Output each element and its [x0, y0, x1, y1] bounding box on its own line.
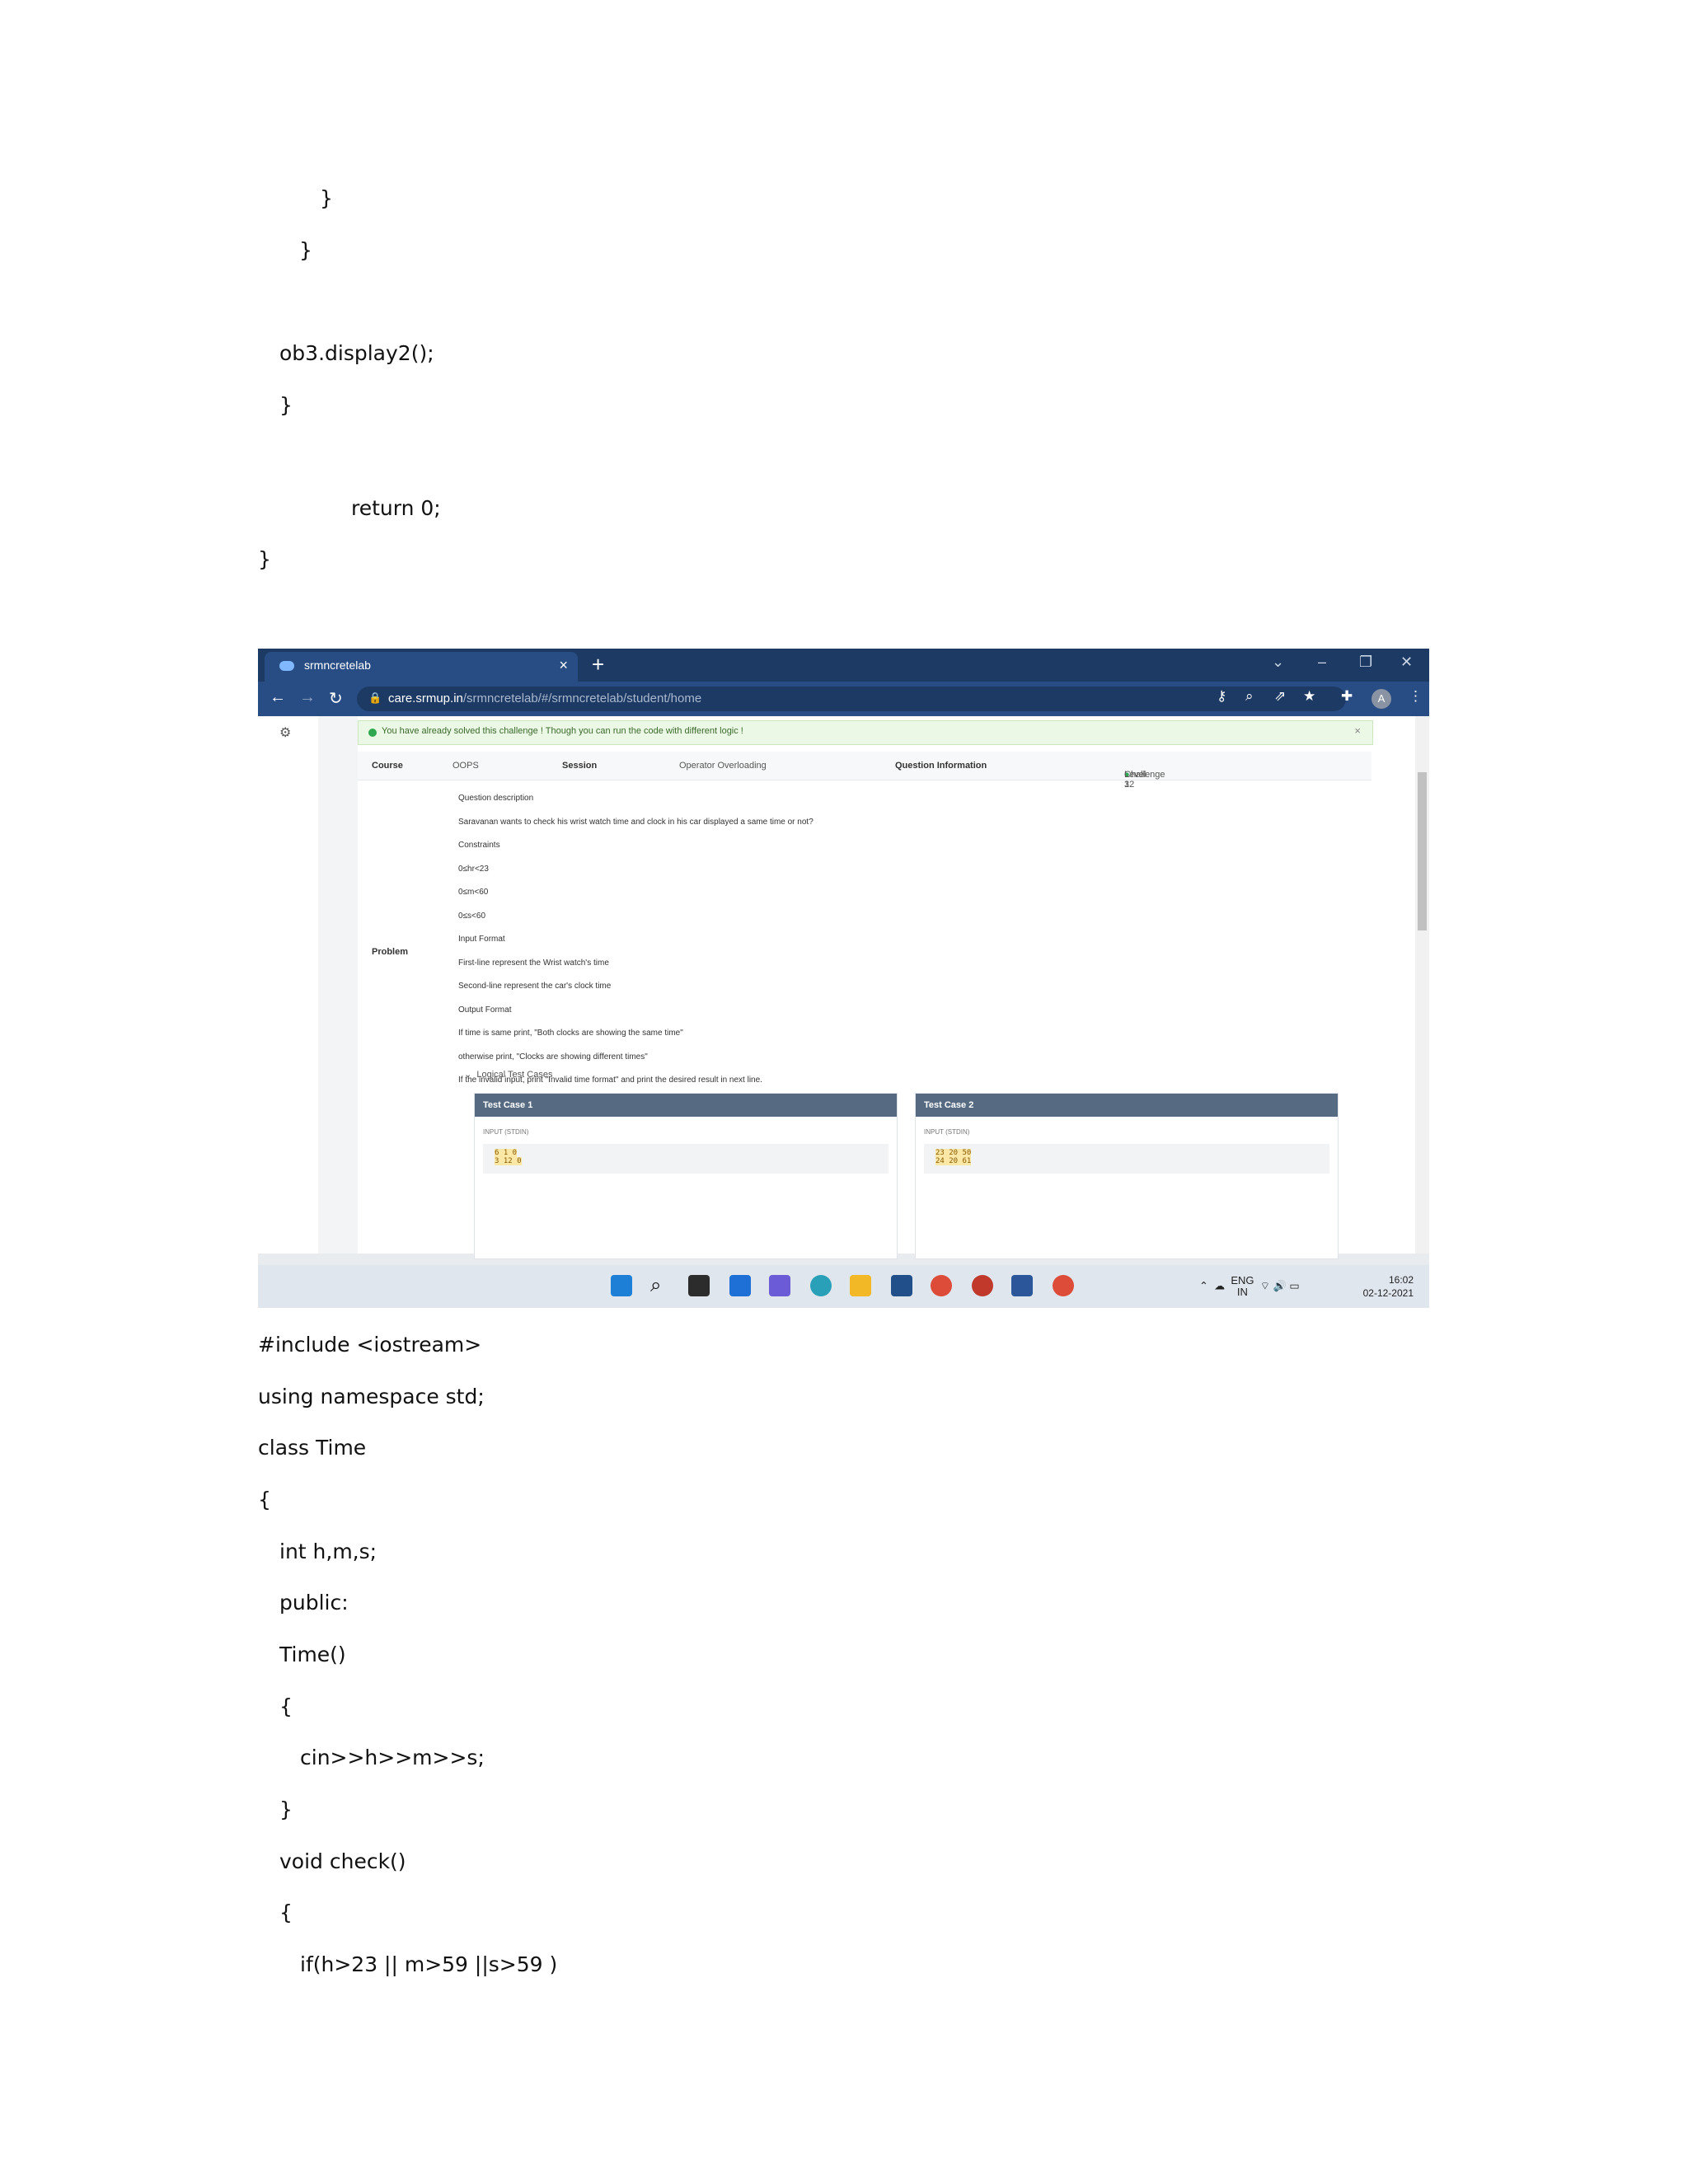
star-icon[interactable]: ★: [1303, 688, 1315, 705]
code-line: {: [258, 1488, 271, 1511]
code-line: }: [258, 547, 271, 571]
check-icon: [368, 729, 377, 737]
tab-bar: srmncretelab × + ⌄ – ❐ ✕: [258, 649, 1429, 682]
restore-icon[interactable]: ❐: [1359, 654, 1372, 671]
problem-line: If time is same print, "Both clocks are …: [458, 1029, 683, 1038]
chrome-active-icon[interactable]: [1053, 1275, 1074, 1296]
menu-icon[interactable]: ⋮: [1409, 688, 1423, 705]
problem-line: 0≤hr<23: [458, 864, 489, 874]
code-line: }: [320, 186, 333, 210]
problem-line: Saravanan wants to check his wrist watch…: [458, 817, 814, 827]
code-line: public:: [279, 1591, 349, 1615]
question-info-label: Question Information: [895, 761, 987, 771]
forward-icon[interactable]: →: [299, 688, 316, 707]
back-icon[interactable]: ←: [270, 688, 286, 707]
scrollbar[interactable]: [1415, 716, 1429, 1254]
test-case-input: 23 20 50 24 20 61: [924, 1144, 1329, 1174]
code-line: void check(): [279, 1849, 406, 1873]
code-line: {: [279, 1900, 293, 1924]
test-case-card: Test Case 1 INPUT (STDIN) 6 1 03 12 0: [474, 1093, 898, 1259]
extensions-icon[interactable]: ✚: [1341, 688, 1353, 705]
code-line: }: [279, 393, 293, 417]
word-icon[interactable]: [1011, 1275, 1033, 1296]
chrome-profile-icon[interactable]: [972, 1275, 993, 1296]
problem-line: Second-line represent the car's clock ti…: [458, 982, 612, 991]
left-gutter: [318, 716, 358, 1254]
code-line: using namespace std;: [258, 1385, 485, 1408]
reload-icon[interactable]: ↻: [329, 688, 343, 709]
taskbar: ⌕ ⌃ ☁ ENG IN ⌔ 🔊 ▭ 16:02 02-12-2021: [258, 1265, 1429, 1308]
solved-banner: You have already solved this challenge !…: [358, 720, 1373, 745]
search-icon[interactable]: ⌕: [650, 1275, 672, 1296]
problem-label: Problem: [372, 947, 409, 957]
chevron-down-icon[interactable]: ⌄: [1272, 654, 1284, 671]
tab-title: srmncretelab: [304, 658, 371, 672]
code-line: cin>>h>>m>>s;: [300, 1746, 485, 1769]
cloud-icon: [279, 661, 294, 671]
url-text: care.srmup.in/srmncretelab/#/srmncretela…: [388, 691, 702, 705]
left-rail: ⚙: [258, 716, 318, 1254]
test-case-card: Test Case 2 INPUT (STDIN) 23 20 50 24 20 …: [915, 1093, 1339, 1259]
problem-line: 0≤s<60: [458, 911, 486, 921]
clock[interactable]: 16:02 02-12-2021: [1356, 1273, 1414, 1300]
task-view-icon[interactable]: [688, 1275, 710, 1296]
code-line: return 0;: [351, 496, 441, 520]
scrollbar-thumb[interactable]: [1418, 772, 1427, 930]
code-line: Time(): [279, 1643, 346, 1666]
minimize-icon[interactable]: –: [1318, 654, 1326, 671]
windows-start-icon[interactable]: [611, 1275, 632, 1296]
address-bar-row: ← → ↻ 🔒 care.srmup.in/srmncretelab/#/srm…: [258, 682, 1429, 716]
system-tray[interactable]: ⌃ ☁ ENG IN ⌔ 🔊 ▭: [1199, 1275, 1300, 1298]
chrome-icon[interactable]: [931, 1275, 952, 1296]
session-label: Session: [562, 761, 598, 771]
edge-icon[interactable]: [810, 1275, 832, 1296]
file-explorer-icon[interactable]: [850, 1275, 871, 1296]
store-icon[interactable]: [891, 1275, 912, 1296]
code-line: ob3.display2();: [279, 341, 434, 365]
problem-line: Question description: [458, 794, 534, 803]
test-case-title: Test Case 2: [916, 1094, 1338, 1117]
code-line: class Time: [258, 1436, 367, 1460]
key-icon[interactable]: ⚷: [1217, 688, 1226, 705]
test-case-input-label: INPUT (STDIN): [483, 1128, 529, 1136]
page-content: ⚙ You have already solved this challenge…: [258, 716, 1429, 1259]
course-value: OOPS: [452, 761, 479, 771]
test-case-input: 6 1 03 12 0: [483, 1144, 889, 1174]
problem-line: Output Format: [458, 1005, 512, 1015]
widgets-icon[interactable]: [729, 1275, 751, 1296]
browser-tab[interactable]: srmncretelab ×: [265, 652, 578, 682]
code-line: #include <iostream>: [258, 1333, 482, 1357]
info-row: Course OOPS Session Operator Overloading…: [358, 752, 1372, 790]
problem-line: First-line represent the Wrist watch's t…: [458, 958, 609, 968]
new-tab-button[interactable]: +: [592, 652, 604, 677]
gear-icon[interactable]: ⚙: [279, 724, 291, 741]
chat-icon[interactable]: [769, 1275, 790, 1296]
code-line: int h,m,s;: [279, 1540, 377, 1563]
test-case-title: Test Case 1: [475, 1094, 897, 1117]
close-window-icon[interactable]: ✕: [1400, 654, 1413, 671]
course-label: Course: [372, 761, 403, 771]
session-value: Operator Overloading: [679, 761, 767, 771]
test-cases-toggle[interactable]: ⌄ Logical Test Cases: [464, 1069, 552, 1080]
problem-line: Input Format: [458, 935, 505, 944]
close-icon[interactable]: ×: [559, 657, 568, 674]
problem-line: 0≤m<60: [458, 888, 489, 897]
banner-text: You have already solved this challenge !…: [382, 726, 743, 736]
code-line: }: [299, 238, 312, 262]
url-field[interactable]: 🔒 care.srmup.in/srmncretelab/#/srmncrete…: [357, 687, 1346, 711]
zoom-icon[interactable]: ⌕: [1245, 688, 1254, 705]
avatar[interactable]: A: [1372, 689, 1391, 709]
lock-icon: 🔒: [368, 691, 382, 704]
browser-screenshot: srmncretelab × + ⌄ – ❐ ✕ ← → ↻ 🔒 care.sr…: [258, 649, 1429, 1308]
share-icon[interactable]: ⇗: [1274, 688, 1286, 705]
code-line: {: [279, 1694, 293, 1718]
code-line: if(h>23 || m>59 ||s>59 ): [300, 1952, 558, 1976]
problem-line: Constraints: [458, 841, 500, 850]
problem-description: Question description Saravanan wants to …: [458, 793, 814, 1099]
close-icon[interactable]: ×: [1354, 724, 1361, 737]
test-case-input-label: INPUT (STDIN): [924, 1128, 970, 1136]
code-line: }: [279, 1797, 293, 1821]
